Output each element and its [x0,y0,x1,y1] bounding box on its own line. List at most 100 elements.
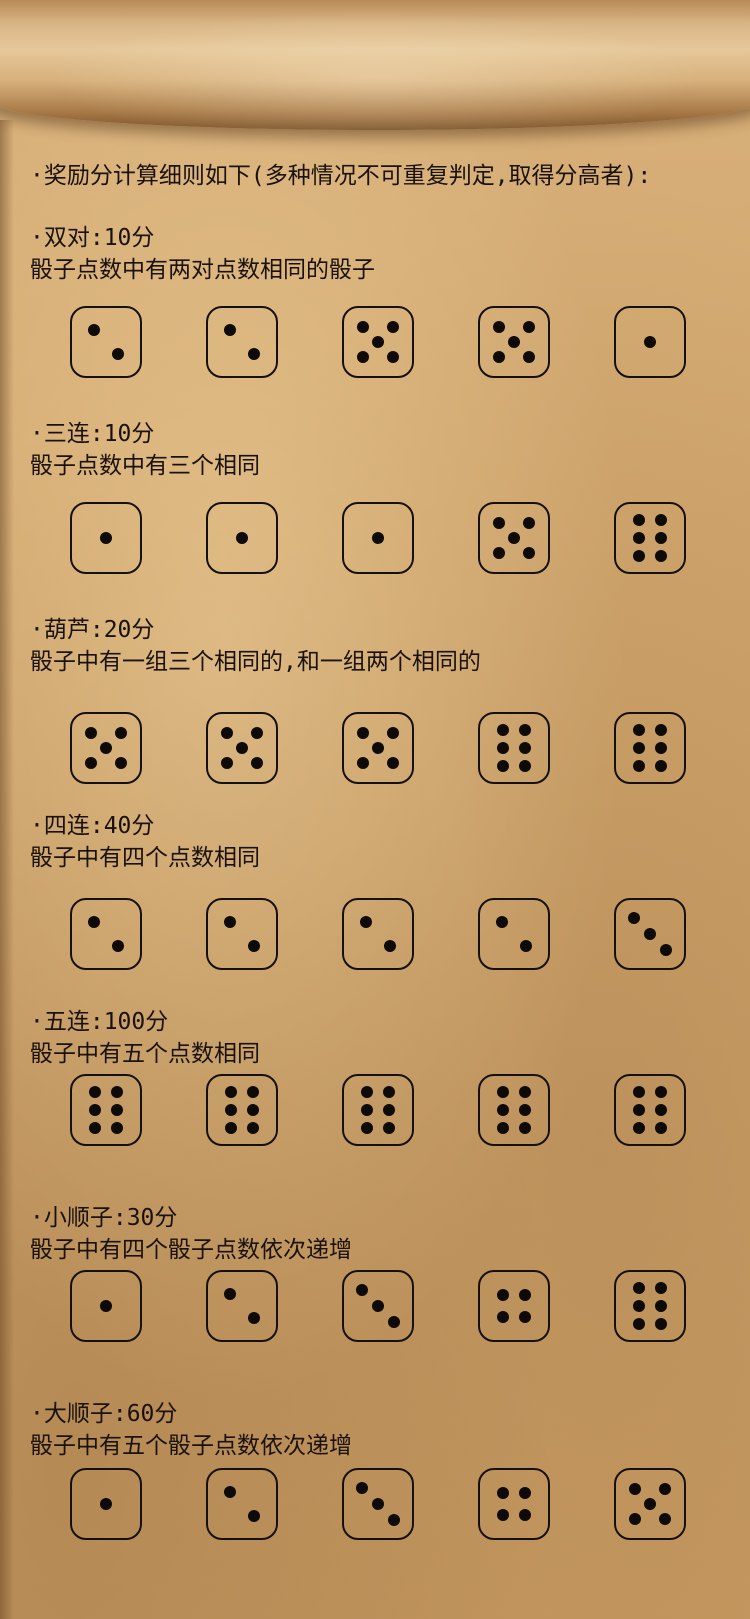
die-pip [654,549,667,562]
die-face-icon [342,1074,414,1146]
die-pip [246,1104,259,1116]
die-pip [654,1121,667,1134]
die-pip [236,742,248,754]
die-pip [644,928,656,940]
die-face-icon [70,898,142,970]
die-pip [111,939,124,952]
die-pip [654,724,667,737]
die-face-icon [70,306,142,378]
die-pip [644,336,656,348]
dice-row [0,502,750,578]
die-face-icon [478,1468,550,1540]
die-pip [100,742,112,754]
die-pip [110,1104,123,1116]
die-pip [654,759,667,772]
die-pip [250,727,263,740]
die-face-icon [478,306,550,378]
die-face-icon [206,1468,278,1540]
die-pip [633,759,646,772]
die-pip [497,1310,510,1323]
die-pip [114,727,127,740]
die-pip [654,1300,667,1312]
die-pip [518,1310,531,1323]
die-pip [518,1121,531,1134]
die-pip [497,759,510,772]
die-pip [522,321,535,334]
die-pip [518,759,531,772]
die-face-icon [478,712,550,784]
die-pip [629,1483,642,1496]
die-pip [357,350,370,363]
die-pip [497,1104,510,1116]
die-pip [386,350,399,363]
die-face-icon [70,1468,142,1540]
die-face-icon [342,1270,414,1342]
die-face-icon [342,898,414,970]
die-pip [658,1483,671,1496]
die-face-icon [206,306,278,378]
die-face-icon [206,898,278,970]
die-pip [497,724,510,737]
die-pip [497,1289,510,1302]
die-pip [522,517,535,530]
die-face-icon [70,502,142,574]
rule-title: ·双对:10分 [30,225,155,251]
die-pip [659,943,672,956]
die-pip [518,742,531,754]
dice-row [0,898,750,974]
die-face-icon [614,502,686,574]
die-pip [236,532,248,544]
die-pip [224,1486,237,1499]
die-pip [633,1121,646,1134]
die-pip [225,1104,238,1116]
die-pip [357,756,370,769]
die-pip [100,532,112,544]
die-pip [360,916,373,929]
die-face-icon [206,712,278,784]
die-pip [382,1121,395,1134]
die-pip [225,1086,238,1099]
die-pip [246,1086,259,1099]
die-face-icon [478,898,550,970]
die-pip [518,1104,531,1116]
die-pip [372,1300,384,1312]
die-pip [633,742,646,754]
dice-row [0,1468,750,1544]
rule-title: ·小顺子:30分 [30,1205,178,1231]
die-pip [387,1513,400,1526]
rule-description: 骰子中有一组三个相同的,和一组两个相同的 [30,649,481,675]
die-pip [85,756,98,769]
dice-row [0,1074,750,1150]
die-face-icon [342,712,414,784]
die-pip [88,916,101,929]
die-pip [633,1282,646,1295]
die-face-icon [206,502,278,574]
die-pip [387,1315,400,1328]
die-face-icon [478,502,550,574]
die-pip [361,1121,374,1134]
die-pip [372,1498,384,1510]
die-pip [111,347,124,360]
die-pip [386,727,399,740]
die-pip [382,1104,395,1116]
dice-row [0,1270,750,1346]
die-face-icon [614,898,686,970]
die-pip [519,939,532,952]
die-pip [250,756,263,769]
die-pip [654,742,667,754]
die-pip [497,742,510,754]
die-pip [224,324,237,337]
die-pip [633,1317,646,1330]
die-pip [497,1508,510,1521]
die-pip [633,1300,646,1312]
rules-intro: ·奖励分计算细则如下(多种情况不可重复判定,取得分高者): [30,163,652,189]
rule-description: 骰子点数中有三个相同 [30,453,260,479]
rule-description: 骰子中有五个骰子点数依次递增 [30,1433,352,1459]
die-pip [518,1289,531,1302]
die-face-icon [342,306,414,378]
die-pip [357,727,370,740]
die-pip [654,1317,667,1330]
die-pip [89,1104,102,1116]
rule-title: ·五连:100分 [30,1009,169,1035]
die-pip [518,1508,531,1521]
